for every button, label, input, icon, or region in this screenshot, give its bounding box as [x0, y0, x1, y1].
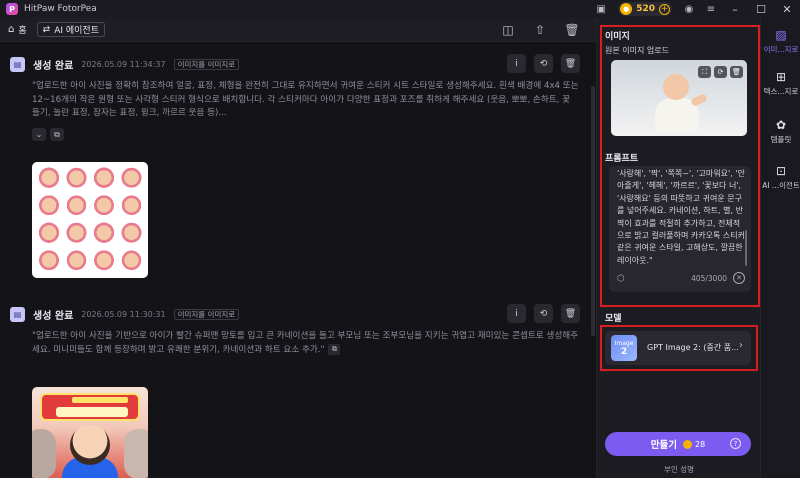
- result-type-icon: ▤: [10, 306, 25, 322]
- prompt-section-title: 프롬프트: [605, 154, 639, 164]
- disclaimer-link[interactable]: 부인 성명: [597, 464, 761, 475]
- copy-icon[interactable]: ⧉: [50, 128, 64, 141]
- menu-icon[interactable]: ≡: [703, 1, 719, 17]
- expand-icon[interactable]: ⌄: [32, 128, 46, 141]
- help-icon[interactable]: ?: [730, 438, 741, 449]
- minimize-button[interactable]: –: [722, 3, 748, 16]
- char-count: 405/3000: [691, 274, 727, 283]
- rail-label: AI ...이전트: [762, 181, 800, 190]
- prompt-text: "업로드한 아이 사진을 정확히 참조하여 얼굴, 표정, 체형을 완전히 그대…: [32, 81, 579, 118]
- coin-icon: ●: [620, 3, 633, 15]
- rail-item-text-to-image[interactable]: ⊞ 텍스...지로: [761, 70, 800, 97]
- prompt-scrollbar[interactable]: [745, 230, 747, 266]
- home-icon: ⌂: [8, 24, 15, 35]
- maximize-button[interactable]: ☐: [748, 3, 774, 16]
- generate-label: 만들기: [650, 440, 678, 451]
- add-credits-icon[interactable]: +: [659, 3, 670, 15]
- model-section-title: 모델: [605, 314, 622, 324]
- rail-label: 템플릿: [770, 135, 792, 144]
- swap-icon: ⇄: [42, 24, 51, 35]
- coin-icon: [683, 439, 693, 449]
- result-type-icon: ▤: [10, 56, 25, 72]
- rail-item-image-to-image[interactable]: ▨ 이미...지로: [761, 28, 800, 55]
- mode-chip[interactable]: ⇄ AI 에이전트: [36, 22, 105, 37]
- title-bar: P HitPaw FotorPea ▣ ● 520 + ◉ ≡ – ☐ ✕: [0, 0, 800, 18]
- copy-icon[interactable]: ⧉: [328, 343, 341, 355]
- text-image-icon: ⊞: [775, 70, 787, 84]
- regenerate-icon[interactable]: ⟲: [534, 304, 553, 323]
- generate-button[interactable]: 만들기 28 ?: [605, 432, 751, 456]
- rail-label: 이미...지로: [763, 45, 799, 54]
- screenshot-icon[interactable]: ▣: [593, 1, 609, 17]
- app-title: HitPaw FotorPea: [24, 4, 97, 14]
- status-label: 생성 완료: [33, 60, 74, 72]
- mode-chip-label: AI 에이전트: [54, 26, 99, 36]
- rail-item-template[interactable]: ✿ 템플릿: [761, 118, 800, 145]
- mode-tag: 이미지를 이미지로: [173, 308, 240, 320]
- model-name: GPT Image 2: (중간 품...: [647, 343, 739, 352]
- status-label: 생성 완료: [33, 310, 74, 322]
- upload-label: 원본 이미지 업로드: [605, 46, 669, 55]
- sticker-sheet-result-image[interactable]: [32, 162, 148, 278]
- generate-cost: 28: [695, 439, 706, 449]
- image-section-title: 이미지: [605, 32, 630, 42]
- prompt-assist-icon[interactable]: ⬡: [617, 274, 625, 284]
- info-icon[interactable]: i: [507, 304, 526, 323]
- timestamp: 2026.05.09 11:34:37: [81, 59, 166, 69]
- delete-icon[interactable]: 🗑: [561, 54, 580, 73]
- delete-image-icon[interactable]: 🗑: [730, 66, 743, 78]
- replace-icon[interactable]: ⟳: [714, 66, 727, 78]
- compare-icon[interactable]: ◫: [498, 20, 518, 40]
- home-label: 홈: [18, 26, 27, 36]
- feed-scrollbar[interactable]: [591, 86, 595, 336]
- export-icon[interactable]: ⇧: [530, 20, 550, 40]
- prompt-text-content: "업로드한 아이 사진을 기반으로 아이가 빨간 슈퍼맨 망토를 입고 큰 카네…: [32, 331, 579, 355]
- info-icon[interactable]: i: [507, 54, 526, 73]
- home-button[interactable]: ⌂ 홈: [8, 23, 27, 36]
- generation-feed[interactable]: ▤ 생성 완료 2026.05.09 11:34:37 이미지를 이미지로 i …: [0, 42, 596, 478]
- model-thumbnail: Image 2: [611, 335, 637, 361]
- prompt-textarea[interactable]: '사랑해', '짝', '쪽쪽~', '고마워요', '안아줄게', '헤헤',…: [609, 166, 751, 292]
- model-selector[interactable]: Image 2 GPT Image 2: (중간 품... ›: [605, 331, 751, 365]
- close-button[interactable]: ✕: [774, 3, 800, 16]
- rail-item-ai-agent[interactable]: ⊡ AI ...이전트: [761, 164, 800, 191]
- model-thumb-number: 2: [620, 347, 628, 357]
- prompt-text: "업로드한 아이 사진을 기반으로 아이가 빨간 슈퍼맨 망토를 입고 큰 카네…: [32, 330, 580, 357]
- credits-count: 520: [636, 4, 655, 14]
- delete-all-icon[interactable]: 🗑: [562, 20, 582, 40]
- regenerate-icon[interactable]: ⟲: [534, 54, 553, 73]
- chevron-right-icon: ›: [739, 340, 743, 351]
- uploaded-image[interactable]: ⛶ ⟳ 🗑: [611, 60, 747, 136]
- template-icon: ✿: [775, 118, 787, 132]
- account-icon[interactable]: ◉: [681, 1, 697, 17]
- clear-prompt-icon[interactable]: ✕: [733, 272, 745, 284]
- delete-icon[interactable]: 🗑: [561, 304, 580, 323]
- image-icon: ▨: [775, 28, 787, 42]
- prompt-text[interactable]: '사랑해', '짝', '쪽쪽~', '고마워요', '안아줄게', '헤헤',…: [617, 168, 745, 264]
- superhero-poster-result-image[interactable]: [32, 387, 148, 478]
- app-logo-icon: P: [6, 3, 18, 15]
- crop-icon[interactable]: ⛶: [698, 66, 711, 78]
- main-toolbar: ⌂ 홈 ⇄ AI 에이전트 ◫ ⇧ 🗑: [0, 18, 596, 42]
- mode-tag: 이미지를 이미지로: [173, 58, 240, 70]
- feature-rail: ▨ 이미...지로 ⊞ 텍스...지로 ✿ 템플릿 ⊡ AI ...이전트: [760, 18, 800, 478]
- credits-badge[interactable]: ● 520 +: [618, 2, 672, 16]
- settings-panel: 이미지 원본 이미지 업로드 ⛶ ⟳ 🗑 프롬프트 '사랑해', '짝', '쪽…: [596, 18, 760, 478]
- rail-label: 텍스...지로: [763, 87, 799, 96]
- agent-icon: ⊡: [775, 164, 787, 178]
- timestamp: 2026.05.09 11:30:31: [81, 309, 166, 319]
